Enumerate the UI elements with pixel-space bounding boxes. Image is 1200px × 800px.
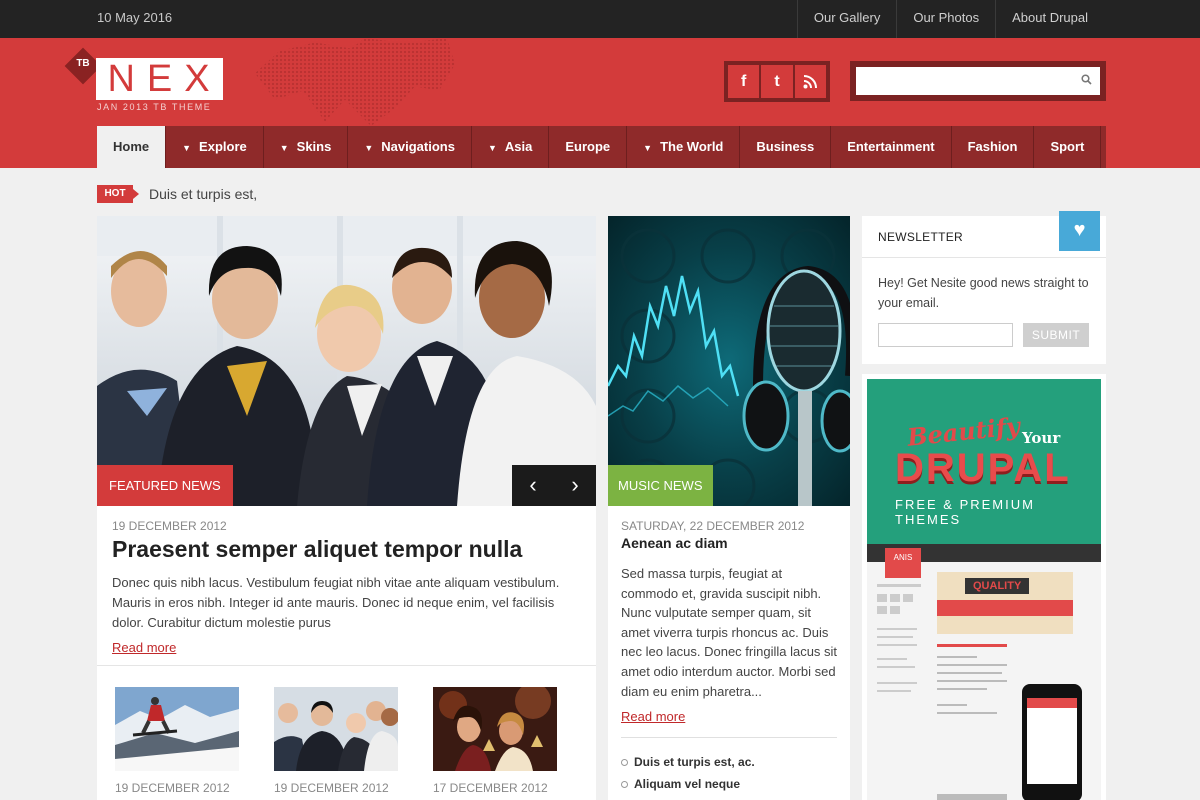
nav-item-label: Home: [113, 139, 150, 154]
preview-content: [937, 644, 1007, 714]
world-map-decoration: [255, 38, 455, 126]
newsletter-email-field[interactable]: [878, 323, 1013, 347]
nav-item-explore[interactable]: ▼ Explore: [166, 126, 264, 168]
site-logo[interactable]: NEX: [96, 58, 223, 100]
nav-item-label: Business: [756, 139, 815, 154]
search-icon[interactable]: [1081, 73, 1092, 88]
newsletter-text: Hey! Get Nesite good news straight to yo…: [878, 276, 1089, 310]
hot-news-ticker[interactable]: Duis et turpis est,: [149, 186, 257, 202]
nav-item-asia[interactable]: ▼ Asia: [472, 126, 550, 168]
caret-down-icon: ▼: [364, 143, 374, 153]
caret-down-icon: ▼: [643, 143, 653, 153]
nav-item-entertainment[interactable]: Entertainment: [831, 126, 952, 168]
music-date: SATURDAY, 22 DECEMBER 2012: [621, 519, 805, 533]
featured-body: Donec quis nibh lacus. Vestibulum feugia…: [112, 575, 560, 630]
thumb-date: 17 DECEMBER 2012: [433, 781, 548, 795]
nav-item-label: The World: [660, 139, 724, 154]
hot-badge: HOT: [97, 185, 139, 203]
nav-item-the-world[interactable]: ▼ The World: [627, 126, 741, 168]
divider: [862, 257, 1106, 258]
music-image[interactable]: [608, 216, 850, 506]
link-our-gallery[interactable]: Our Gallery: [796, 0, 896, 38]
top-bar: 10 May 2016 Our Gallery Our Photos About…: [0, 0, 1200, 38]
featured-date: 19 DECEMBER 2012: [112, 519, 227, 533]
logo-name: NEX: [107, 57, 222, 100]
nav-item-label: Fashion: [967, 139, 1018, 154]
music-body: Sed massa turpis, feugiat at commodo et,…: [621, 566, 838, 699]
newsletter-widget: NEWSLETTER ♥ Hey! Get Nesite good news s…: [862, 211, 1106, 364]
nav-item-europe[interactable]: Europe: [549, 126, 628, 168]
logo-badge: TB: [76, 58, 90, 69]
preview-ribbon: [937, 600, 1073, 616]
nav-item-label: Asia: [504, 139, 533, 154]
slider-next-icon[interactable]: ›: [554, 465, 596, 506]
main-navigation: Home ▼ Explore ▼ Skins ▼ Navigations ▼ Asia Europ…: [97, 126, 1106, 168]
ad-banner[interactable]: Beautify Your DRUPAL FREE & PREMIUM THEM…: [867, 379, 1101, 800]
preview-monitor-stand: [937, 794, 1007, 800]
thumb-snowboard[interactable]: [115, 687, 239, 771]
nav-item-label: Skins: [296, 139, 332, 154]
rss-icon[interactable]: [794, 65, 826, 98]
ad-subtitle: FREE & PREMIUM THEMES: [895, 497, 1035, 527]
featured-read-more[interactable]: Read more: [112, 640, 176, 655]
nav-item-label: Sport: [1050, 139, 1085, 154]
divider: [621, 737, 837, 738]
social-links: f t: [724, 61, 830, 102]
preview-quality-banner: QUALITY: [937, 572, 1073, 634]
nav-item-label: Europe: [565, 139, 611, 154]
nav-item-home[interactable]: Home: [97, 126, 167, 168]
preview-sidebar: [877, 584, 921, 692]
nav-item-label: Navigations: [381, 139, 455, 154]
nav-item-label: Entertainment: [847, 139, 935, 154]
caret-down-icon: ▼: [182, 143, 192, 153]
thumb-date: 19 DECEMBER 2012: [115, 781, 230, 795]
nav-item-skins[interactable]: ▼ Skins: [264, 126, 349, 168]
caret-down-icon: ▼: [487, 143, 497, 153]
slider-controls: ‹ ›: [512, 465, 596, 506]
logo-tagline: JAN 2013 TB THEME: [97, 102, 212, 112]
twitter-icon[interactable]: t: [761, 65, 793, 98]
current-date: 10 May 2016: [97, 10, 173, 25]
search-box: [850, 61, 1106, 101]
ad-theme-preview: ANIS QUALITY: [867, 544, 1101, 800]
facebook-icon[interactable]: f: [728, 65, 760, 98]
newsletter-title: NEWSLETTER: [878, 230, 964, 244]
caret-down-icon: ▼: [279, 143, 289, 153]
music-read-more[interactable]: Read more: [621, 709, 685, 724]
music-title[interactable]: Aenean ac diam: [621, 535, 728, 551]
nav-item-fashion[interactable]: Fashion: [952, 126, 1035, 168]
featured-news-label[interactable]: FEATURED NEWS: [97, 465, 233, 506]
featured-news-card: FEATURED NEWS ‹ › 19 DECEMBER 2012 Praes…: [97, 216, 596, 800]
search-input[interactable]: [856, 67, 1100, 95]
top-links: Our Gallery Our Photos About Drupal: [796, 0, 1104, 38]
preview-brand: ANIS: [885, 548, 921, 578]
link-about-drupal[interactable]: About Drupal: [995, 0, 1104, 38]
divider: [97, 665, 596, 666]
drupal-themes-ad: Beautify Your DRUPAL FREE & PREMIUM THEM…: [862, 374, 1106, 800]
featured-title[interactable]: Praesent semper aliquet tempor nulla: [112, 536, 522, 563]
ad-drupal-text: DRUPAL: [895, 446, 1071, 490]
nav-item-business[interactable]: Business: [740, 126, 832, 168]
preview-phone: [1022, 684, 1082, 800]
nav-item-label: Explore: [199, 139, 247, 154]
thumb-team[interactable]: [274, 687, 398, 771]
list-item[interactable]: Aliquam vel neque: [621, 777, 740, 791]
thumb-date: 19 DECEMBER 2012: [274, 781, 389, 795]
nav-item-sport[interactable]: Sport: [1034, 126, 1102, 168]
music-news-label[interactable]: MUSIC NEWS: [608, 465, 713, 506]
thumb-party[interactable]: [433, 687, 557, 771]
preview-quality-text: QUALITY: [965, 578, 1030, 594]
nav-item-navigations[interactable]: ▼ Navigations: [348, 126, 472, 168]
ad-your-text: Your: [1022, 429, 1061, 447]
heart-icon: ♥: [1059, 211, 1100, 251]
link-our-photos[interactable]: Our Photos: [896, 0, 995, 38]
newsletter-submit-button[interactable]: SUBMIT: [1023, 323, 1089, 347]
slider-prev-icon[interactable]: ‹: [512, 465, 554, 506]
music-news-card: MUSIC NEWS SATURDAY, 22 DECEMBER 2012 Ae…: [608, 216, 850, 800]
featured-image[interactable]: [97, 216, 596, 506]
list-item[interactable]: Duis et turpis est, ac.: [621, 755, 755, 769]
